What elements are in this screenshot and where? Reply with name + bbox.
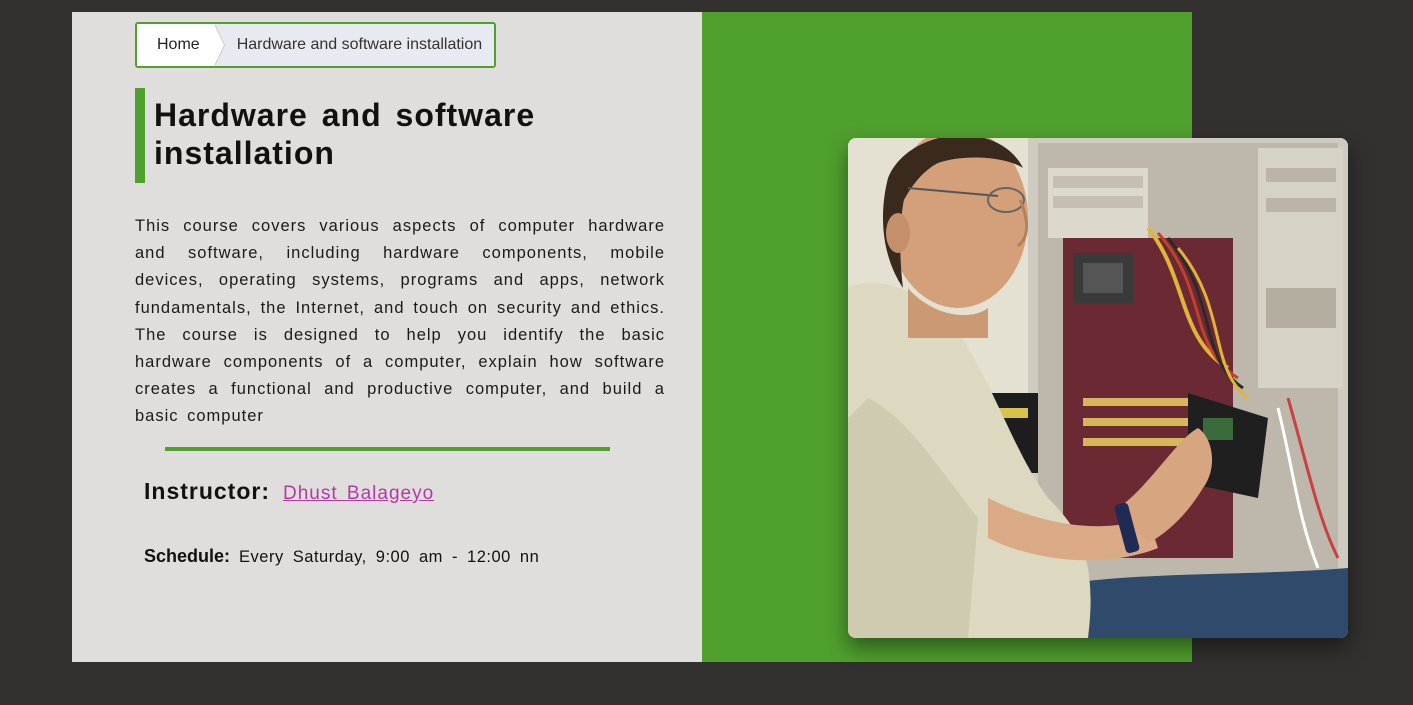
section-divider <box>165 447 610 451</box>
schedule-row: Schedule: Every Saturday, 9:00 am - 12:0… <box>144 546 539 567</box>
instructor-row: Instructor: Dhust Balageyo <box>144 478 434 505</box>
schedule-value: Every Saturday, 9:00 am - 12:00 nn <box>239 548 540 566</box>
course-page: Home Hardware and software installation … <box>0 0 1413 705</box>
technician-photo-illustration <box>848 138 1348 638</box>
breadcrumb-current: Hardware and software installation <box>213 24 495 66</box>
course-description: This course covers various aspects of co… <box>135 217 665 426</box>
instructor-label: Instructor: <box>144 478 270 504</box>
title-accent-bar <box>135 88 145 183</box>
course-photo <box>848 138 1348 638</box>
breadcrumb: Home Hardware and software installation <box>135 22 497 68</box>
instructor-link[interactable]: Dhust Balageyo <box>283 483 434 505</box>
schedule-label: Schedule: <box>144 546 231 566</box>
page-title: Hardware and software installation <box>154 97 536 171</box>
breadcrumb-home-link[interactable]: Home <box>137 24 225 66</box>
